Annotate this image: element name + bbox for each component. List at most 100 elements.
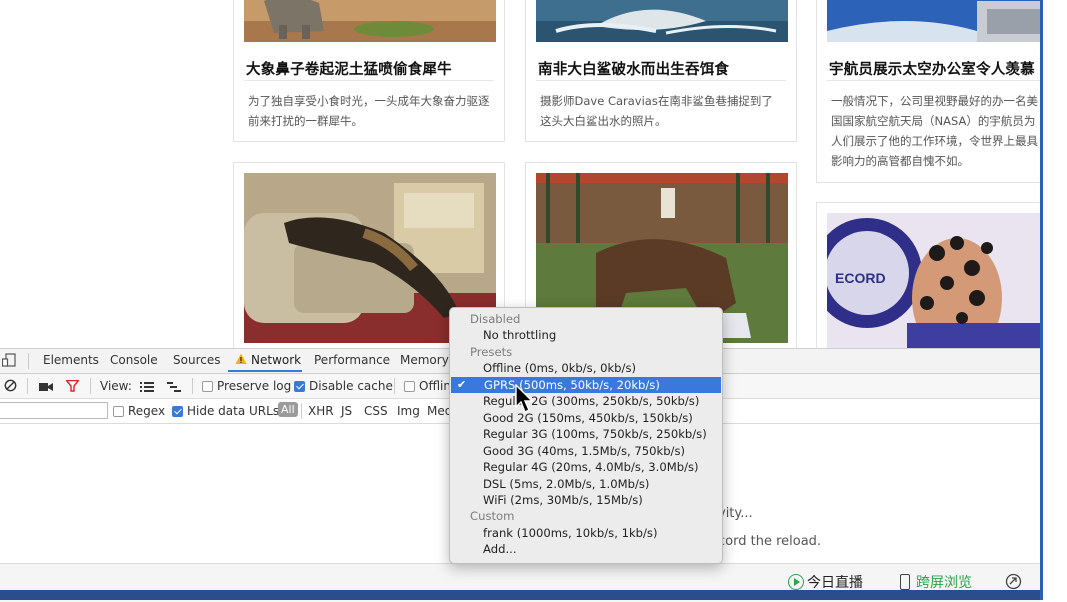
filter-icon[interactable] xyxy=(65,379,80,395)
checkbox-checked-icon xyxy=(294,381,305,392)
tab-elements[interactable]: Elements xyxy=(43,353,99,367)
tab-sources[interactable]: Sources xyxy=(173,353,220,367)
divider xyxy=(27,378,28,394)
regex-checkbox[interactable]: Regex xyxy=(113,404,165,418)
article-card[interactable]: 大象鼻子卷起泥土猛喷偷食犀牛 为了独自享受小食时光，一头成年大象奋力驱逐前来打扰… xyxy=(233,0,505,142)
disable-cache-checkbox[interactable]: Disable cache xyxy=(294,379,393,393)
divider xyxy=(28,353,29,369)
divider xyxy=(394,378,395,394)
article-title[interactable]: 南非大白鲨破水而出生吞饵食 xyxy=(538,58,729,79)
mouse-cursor-icon xyxy=(515,383,535,418)
menu-item-regular-4g-20ms-4-0mb-s-3-0mb-s[interactable]: Regular 4G (20ms, 4.0Mb/s, 3.0Mb/s) xyxy=(450,459,722,475)
tab-memory[interactable]: Memory xyxy=(400,353,449,367)
menu-header-presets: Presets xyxy=(450,344,722,360)
menu-item-label: Offline (0ms, 0kb/s, 0kb/s) xyxy=(483,361,637,376)
menu-item-wifi-2ms-30mb-s-15mb-s[interactable]: WiFi (2ms, 30Mb/s, 15Mb/s) xyxy=(450,492,722,508)
filter-css-button[interactable]: CSS xyxy=(364,404,388,418)
menu-item-label: Regular 3G (100ms, 750kb/s, 250kb/s) xyxy=(483,427,707,442)
article-image-record[interactable]: ECORD xyxy=(827,213,1040,348)
article-description: 摄影师Dave Caravias在南非鲨鱼巷捕捉到了这头大白鲨出水的照片。 xyxy=(540,94,773,128)
divider xyxy=(301,403,302,419)
clear-icon[interactable] xyxy=(4,379,17,395)
article-description: 一般情况下，公司里视野最好的办一名美国国家航空航天局（NASA）的宇航员为人们展… xyxy=(831,94,1038,168)
article-title[interactable]: 宇航员展示太空办公室令人羡慕 xyxy=(829,58,1035,79)
preserve-log-checkbox[interactable]: Preserve log xyxy=(202,379,291,393)
active-tab-indicator xyxy=(228,370,302,372)
filter-all-button[interactable]: All xyxy=(278,402,298,417)
menu-item-label: No throttling xyxy=(483,328,557,343)
menu-item-label: Disabled xyxy=(470,312,521,326)
network-throttling-menu[interactable]: Disabled No throttling Presets Offline (0ms… xyxy=(449,307,723,564)
webpage-content: 大象鼻子卷起泥土猛喷偷食犀牛 为了独自享受小食时光，一头成年大象奋力驱逐前来打扰… xyxy=(0,0,1040,348)
menu-item-add[interactable]: Add... xyxy=(450,541,722,557)
cross-screen-link[interactable]: 跨屏浏览 xyxy=(900,572,972,592)
view-label: View: xyxy=(100,379,132,393)
tab-performance[interactable]: Performance xyxy=(314,353,390,367)
menu-item-good-2g-150ms-450kb-s-150kb-s[interactable]: Good 2G (150ms, 450kb/s, 150kb/s) xyxy=(450,410,722,426)
taskbar-strip xyxy=(0,590,1040,600)
menu-item-gprs-500ms-50kb-s-20kb-s[interactable]: ✔ GPRS (500ms, 50kb/s, 20kb/s) xyxy=(451,376,721,393)
list-view-icon[interactable] xyxy=(140,381,154,395)
menu-item-label: Good 3G (40ms, 1.5Mb/s, 750kb/s) xyxy=(483,443,686,458)
article-card[interactable]: 宇航员展示太空办公室令人羡慕 一般情况下，公司里视野最好的办一名美国国家航空航天… xyxy=(816,0,1040,183)
filter-xhr-button[interactable]: XHR xyxy=(308,404,334,418)
checkbox-icon xyxy=(202,381,213,392)
tab-network[interactable]: Network xyxy=(251,353,301,367)
menu-item-label: GPRS (500ms, 50kb/s, 20kb/s) xyxy=(484,377,660,392)
live-label: 今日直播 xyxy=(807,575,863,591)
menu-item-regular-2g-300ms-250kb-s-50kb-s[interactable]: Regular 2G (300ms, 250kb/s, 50kb/s) xyxy=(450,393,722,409)
svg-text:ECORD: ECORD xyxy=(835,270,886,286)
disable-cache-label: Disable cache xyxy=(309,379,393,393)
camera-icon[interactable] xyxy=(39,381,53,395)
menu-item-label: Regular 4G (20ms, 4.0Mb/s, 3.0Mb/s) xyxy=(483,460,699,475)
checkbox-checked-icon xyxy=(172,406,183,417)
device-toolbar-icon[interactable] xyxy=(1,353,16,367)
checkbox-icon xyxy=(113,406,124,417)
menu-item-label: Presets xyxy=(470,344,513,359)
menu-item-label: Custom xyxy=(470,509,515,524)
divider xyxy=(536,80,786,81)
filter-input[interactable] xyxy=(0,402,108,419)
article-description: 为了独自享受小食时光，一头成年大象奋力驱逐前来打扰的一群犀牛。 xyxy=(248,94,490,128)
menu-item-label: Add... xyxy=(483,542,517,557)
offline-checkbox[interactable]: Offlin xyxy=(404,379,451,393)
menu-item-good-3g-40ms-1-5mb-s-750kb-s[interactable]: Good 3G (40ms, 1.5Mb/s, 750kb/s) xyxy=(450,443,722,459)
reload-hint: cord the reload. xyxy=(718,534,822,549)
article-card[interactable]: ECORD xyxy=(816,202,1040,348)
warning-icon xyxy=(235,353,247,368)
article-image-rhino[interactable] xyxy=(244,0,496,42)
menu-item-regular-3g-100ms-750kb-s-250kb-s[interactable]: Regular 3G (100ms, 750kb/s, 250kb/s) xyxy=(450,426,722,442)
regex-label: Regex xyxy=(128,404,166,418)
checkbox-icon xyxy=(404,381,415,392)
hide-data-urls-checkbox[interactable]: Hide data URLs xyxy=(172,404,279,418)
checkmark-icon: ✔ xyxy=(457,377,467,391)
offline-label: Offlin xyxy=(419,379,451,393)
article-title[interactable]: 大象鼻子卷起泥土猛喷偷食犀牛 xyxy=(246,58,452,79)
menu-item-frank-1000ms-10kb-s-1kb-s[interactable]: frank (1000ms, 10kb/s, 1kb/s) xyxy=(450,525,722,541)
menu-item-no-throttling[interactable]: No throttling xyxy=(450,327,722,343)
cross-screen-label: 跨屏浏览 xyxy=(916,575,972,591)
filter-img-button[interactable]: Img xyxy=(397,404,420,418)
preserve-log-label: Preserve log xyxy=(217,379,292,393)
article-image-space[interactable] xyxy=(827,0,1040,42)
menu-item-offline-0ms-0kb-s-0kb-s[interactable]: Offline (0ms, 0kb/s, 0kb/s) xyxy=(450,360,722,376)
article-card[interactable]: 南非大白鲨破水而出生吞饵食 摄影师Dave Caravias在南非鲨鱼巷捕捉到了… xyxy=(525,0,797,142)
divider xyxy=(90,378,91,394)
divider xyxy=(827,80,1040,81)
live-link[interactable]: 今日直播 xyxy=(788,572,863,592)
menu-header-disabled: Disabled xyxy=(450,311,722,327)
phone-icon xyxy=(900,574,910,590)
menu-header-custom: Custom xyxy=(450,508,722,524)
filter-js-button[interactable]: JS xyxy=(341,404,352,418)
hide-data-urls-label: Hide data URLs xyxy=(187,404,280,418)
recording-hint: vity... xyxy=(718,506,753,521)
article-image-shark[interactable] xyxy=(536,0,788,42)
divider xyxy=(244,80,494,81)
menu-item-label: frank (1000ms, 10kb/s, 1kb/s) xyxy=(483,525,658,540)
menu-item-label: DSL (5ms, 2.0Mb/s, 1.0Mb/s) xyxy=(483,476,650,491)
window-edge xyxy=(1040,0,1043,600)
waterfall-view-icon[interactable] xyxy=(167,381,181,395)
menu-item-label: WiFi (2ms, 30Mb/s, 15Mb/s) xyxy=(483,492,643,507)
tab-console[interactable]: Console xyxy=(110,353,158,367)
menu-item-dsl-5ms-2-0mb-s-1-0mb-s[interactable]: DSL (5ms, 2.0Mb/s, 1.0Mb/s) xyxy=(450,476,722,492)
